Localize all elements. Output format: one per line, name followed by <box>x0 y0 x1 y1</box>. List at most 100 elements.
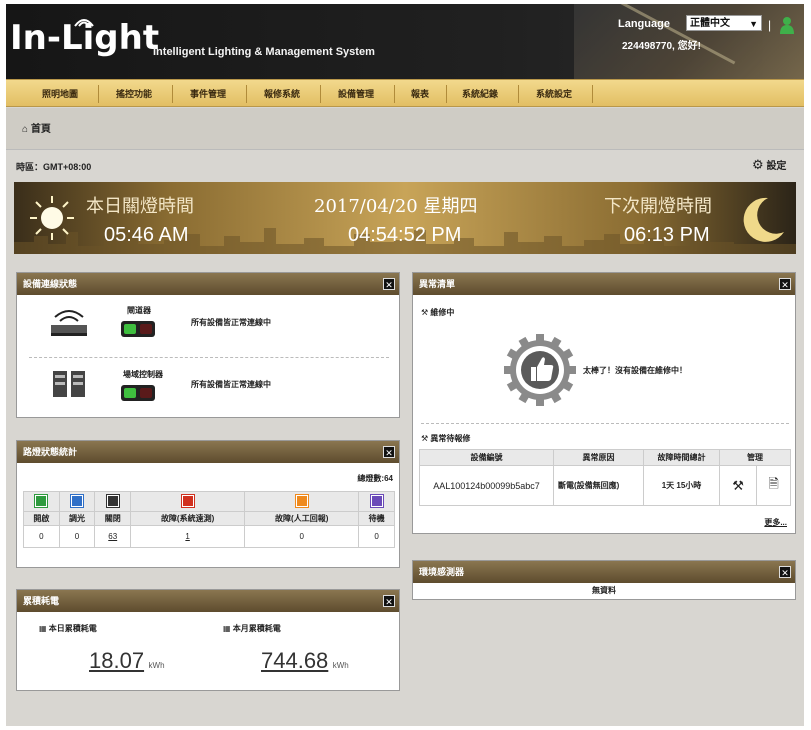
day-energy-label: 本日累積耗電 <box>48 624 97 633</box>
gateway-label: 閘道器 <box>127 306 151 315</box>
col-reason: 異常原因 <box>553 449 644 466</box>
repair-message: 太棒了！沒有設備在維修中！ <box>583 366 687 375</box>
pending-label: 異常待報修 <box>430 434 471 443</box>
controller-label: 場域控制器 <box>123 370 163 379</box>
close-icon[interactable]: ✕ <box>779 566 791 578</box>
alert-title: 異常清單 <box>419 279 456 289</box>
day-energy: 18.07 kWh <box>89 648 165 674</box>
day-energy-label-row: ▦ 本日累積耗電 <box>39 623 97 634</box>
more-link[interactable]: 更多... <box>764 517 787 528</box>
moon-icon <box>743 197 784 242</box>
close-icon[interactable]: ✕ <box>779 278 791 290</box>
close-icon[interactable]: ✕ <box>383 446 395 458</box>
device-status-title: 設備連線狀態 <box>23 279 78 289</box>
nav-item-repair-system[interactable]: 報修系統 <box>254 80 310 108</box>
home-icon: ⌂ <box>22 124 29 135</box>
col-device-id: 設備編號 <box>419 449 554 466</box>
wrench-icon[interactable]: ⚒ <box>732 478 744 493</box>
month-energy: 744.68 kWh <box>261 648 349 674</box>
light-status-title: 路燈狀態統計 <box>23 447 78 457</box>
col-manage: 管理 <box>719 449 791 466</box>
nav-item-lighting-map[interactable]: 照明地圖 <box>32 80 88 108</box>
nav-item-device-management[interactable]: 設備管理 <box>328 80 384 108</box>
energy-title: 累積耗電 <box>23 596 60 606</box>
env-sensor-header: 環境感測器 ✕ <box>413 561 795 583</box>
value-fault-system[interactable]: 1 <box>130 525 246 548</box>
month-energy-label: 本月累積耗電 <box>232 624 281 633</box>
header: In-Light Intelligent Lighting & Manageme… <box>6 4 804 79</box>
app-subtitle: Intelligent Lighting & Management System <box>153 46 375 58</box>
env-sensor-panel: 環境感測器 ✕ 無資料 <box>412 560 796 600</box>
nav-item-system-settings[interactable]: 系統設定 <box>526 80 582 108</box>
document-icon[interactable]: 🗎 <box>768 476 778 491</box>
current-date: 2017/04/20 星期四 <box>314 196 478 217</box>
env-sensor-title: 環境感測器 <box>419 567 465 577</box>
gateway-status-text: 所有設備皆正常連線中 <box>191 318 271 327</box>
nav-item-remote-control[interactable]: 搖控功能 <box>106 80 162 108</box>
header-separator: | <box>768 18 772 32</box>
nav-item-event-management[interactable]: 事件管理 <box>180 80 236 108</box>
pending-section: ⚒ 異常待報修 <box>421 433 470 444</box>
reason-cell: 斷電(設備無回應) <box>553 465 644 506</box>
pending-table: 設備編號 異常原因 故障時間總計 管理 AAL100124b00099b5abc… <box>419 449 791 506</box>
repair-section: ⚒ 維修中 <box>421 307 454 318</box>
col-off: 關閉 <box>94 511 132 526</box>
main-nav: 照明地圖 搖控功能 事件管理 報修系統 設備管理 報表 系統紀錄 系統設定 <box>6 79 804 107</box>
controller-icon <box>53 371 85 397</box>
lamp-standby-icon <box>358 491 395 512</box>
lights-on-label: 下次開燈時間 <box>604 196 712 217</box>
lights-on-time: 06:13 PM <box>624 224 710 246</box>
sun-icon <box>30 196 74 240</box>
calendar-icon: ▦ <box>223 624 231 633</box>
lamp-dim-icon <box>58 491 96 512</box>
value-open: 0 <box>23 525 60 548</box>
current-time: 04:54:52 PM <box>348 224 462 246</box>
repair-label: 維修中 <box>430 308 455 317</box>
device-status-header: 設備連線狀態 ✕ <box>17 273 399 295</box>
user-greeting[interactable]: 224498770, 您好! <box>622 37 701 52</box>
thumbs-up-badge-icon <box>504 334 576 406</box>
breadcrumb-home: 首頁 <box>30 124 51 135</box>
close-icon[interactable]: ✕ <box>383 278 395 290</box>
router-icon <box>51 310 87 336</box>
month-energy-value: 744.68 <box>261 648 329 673</box>
light-status-table: 開啟 調光 關閉 故障(系統遠測) 故障(人工回報) 待機 0 0 63 1 0 0 <box>23 491 395 548</box>
total-lights-value: 64 <box>384 474 393 483</box>
col-fault-manual: 故障(人工回報) <box>244 511 360 526</box>
energy-panel: 累積耗電 ✕ ▦ 本日累積耗電 18.07 kWh ▦ 本月累積耗電 744.6… <box>16 589 400 691</box>
nav-item-system-log[interactable]: 系統紀錄 <box>452 80 508 108</box>
lamp-fault-manual-icon <box>244 491 360 512</box>
controller-status-text: 所有設備皆正常連線中 <box>191 380 271 389</box>
chevron-down-icon: ▼ <box>749 19 758 29</box>
light-status-header: 路燈狀態統計 ✕ <box>17 441 399 463</box>
alert-panel: 異常清單 ✕ ⚒ 維修中 太棒了！沒有設備在維修中！ ⚒ 異常待報修 設備編號 … <box>412 272 796 534</box>
device-id-cell: AAL100124b00099b5abc7 <box>419 465 554 506</box>
wrench-icon: ⚒ <box>421 434 429 443</box>
value-off[interactable]: 63 <box>94 525 132 548</box>
table-row[interactable]: AAL100124b00099b5abc7 斷電(設備無回應) 1天 15小時 … <box>419 465 791 506</box>
close-icon[interactable]: ✕ <box>383 595 395 607</box>
col-standby: 待機 <box>358 511 395 526</box>
col-open: 開啟 <box>23 511 60 526</box>
language-select[interactable]: 正體中文 ▼ <box>686 15 762 31</box>
lamp-off-icon <box>94 491 132 512</box>
alert-header: 異常清單 ✕ <box>413 273 795 295</box>
language-value: 正體中文 <box>690 18 730 29</box>
total-lights-label: 總燈數: <box>357 474 385 483</box>
nav-item-reports[interactable]: 報表 <box>402 80 438 108</box>
calendar-icon: ▦ <box>39 624 47 633</box>
user-icon[interactable] <box>780 16 794 34</box>
repair-action[interactable]: ⚒ <box>718 465 758 506</box>
gear-icon: ⚙ <box>752 157 764 172</box>
settings-link[interactable]: ⚙ 設定 <box>752 157 786 173</box>
breadcrumb[interactable]: ⌂ 首頁 <box>22 120 51 135</box>
controller-status-light <box>121 385 155 401</box>
col-duration: 故障時間總計 <box>643 449 720 466</box>
time-banner: 本日關燈時間 05:46 AM 2017/04/20 星期四 04:54:52 … <box>14 182 796 254</box>
value-standby: 0 <box>358 525 395 548</box>
wifi-arcs-icon <box>74 19 94 27</box>
value-fault-manual: 0 <box>244 525 360 548</box>
env-sensor-empty: 無資料 <box>592 586 616 595</box>
app-frame: In-Light Intelligent Lighting & Manageme… <box>6 4 804 726</box>
detail-action[interactable]: 🗎 <box>756 465 791 506</box>
